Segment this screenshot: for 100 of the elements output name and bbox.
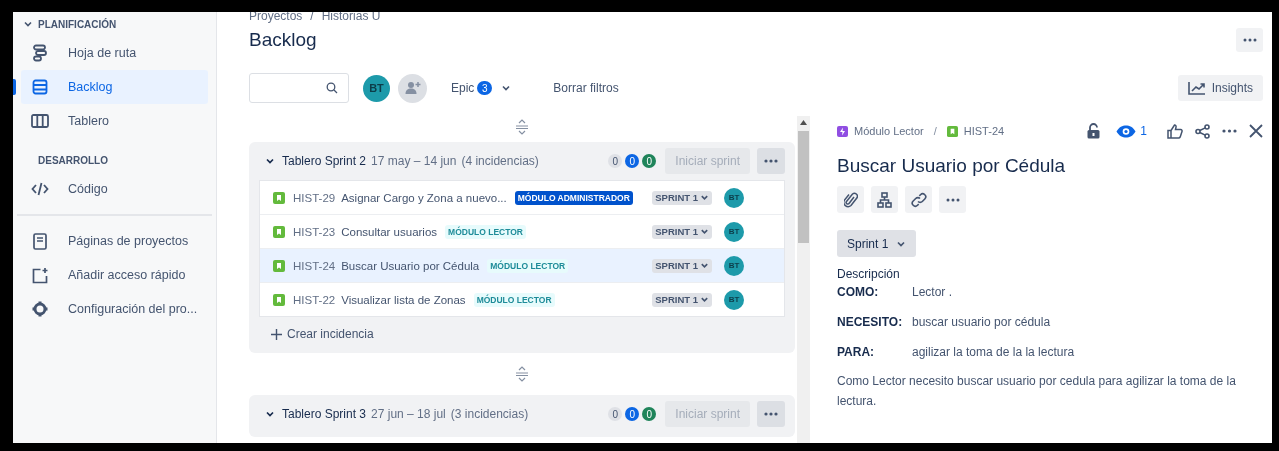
issue-row[interactable]: HIST-22 Visualizar lista de Zonas MÓDULO LECTOR SPRINT 1 BT (260, 283, 784, 316)
add-person-icon (404, 81, 421, 95)
resize-handle-icon[interactable] (515, 119, 529, 135)
close-icon[interactable] (1249, 124, 1263, 138)
sprint-name: Tablero Sprint 2 (282, 154, 367, 168)
sprint-dates: 27 jun – 18 jul (371, 407, 446, 421)
field-label: COMO: (837, 285, 880, 299)
user-avatar[interactable]: BT (363, 74, 390, 102)
sidebar-item[interactable]: Configuración del pro... (21, 292, 208, 326)
breadcrumb-separator: / (310, 12, 314, 24)
search-field[interactable] (249, 73, 349, 103)
epic-tag: MÓDULO ADMINISTRADOR (514, 190, 633, 205)
issue-key-link[interactable]: HIST-24 (963, 125, 1005, 137)
sidebar-item[interactable]: Hoja de ruta (21, 36, 208, 70)
more-icon[interactable] (1222, 129, 1237, 133)
watcher-count: 1 (1140, 124, 1147, 138)
breadcrumb-link[interactable]: Historias U (321, 12, 381, 24)
add-people-button[interactable] (398, 73, 427, 103)
issue-summary: Buscar Usuario por Cédula (341, 259, 480, 272)
epic-tag: MÓDULO LECTOR (487, 258, 569, 273)
chevron-down-icon[interactable] (265, 156, 275, 166)
scrollbar[interactable] (797, 116, 810, 443)
issue-title: Buscar Usuario por Cédula (837, 154, 1067, 178)
status-count: 0 (608, 407, 623, 421)
chevron-down-icon (700, 193, 709, 202)
clear-filters-button[interactable]: Borrar filtros (547, 80, 625, 96)
assignee-avatar: BT (724, 221, 744, 242)
chart-icon (1187, 81, 1206, 95)
more-icon (764, 159, 778, 163)
issue-key[interactable]: HIST-23 (293, 225, 336, 238)
field-value: buscar usuario por cédula (912, 315, 1051, 329)
more-icon (1242, 38, 1257, 42)
sidebar-item[interactable]: Añadir acceso rápido (21, 258, 208, 292)
issue-row[interactable]: HIST-24 Buscar Usuario por Cédula MÓDULO LECTOR SPRINT 1 BT (260, 249, 784, 283)
sprint-dropdown[interactable]: SPRINT 1 (652, 292, 712, 307)
eye-icon (1116, 124, 1137, 138)
sidebar-item[interactable]: Páginas de proyectos (21, 224, 208, 258)
link-icon (910, 191, 927, 208)
epic-filter[interactable]: Epic 3 (445, 80, 518, 96)
field-label: PARA: (837, 345, 876, 359)
status-count: 0 (608, 154, 623, 168)
description-text: Como Lector necesito buscar usuario por cedula para agilizar la toma de la lectura. (837, 373, 1237, 410)
link-button[interactable] (905, 186, 932, 213)
search-icon (326, 82, 338, 94)
chevron-down-icon (700, 261, 709, 270)
child-issue-button[interactable] (871, 186, 898, 213)
assignee-avatar: BT (724, 187, 744, 208)
page-title: Backlog (249, 28, 317, 52)
issue-count: (3 incidencias) (450, 407, 529, 421)
issue-key[interactable]: HIST-22 (293, 293, 336, 306)
attach-button[interactable] (837, 186, 864, 213)
resize-handle-icon[interactable] (515, 366, 529, 382)
more-icon (945, 197, 960, 202)
issue-count: (4 incidencias) (461, 154, 539, 168)
sprint-name: Tablero Sprint 3 (282, 407, 367, 421)
create-issue-button[interactable]: Crear incidencia (271, 327, 374, 341)
issue-summary: Asignar Cargo y Zona a nuevo... (341, 191, 507, 204)
breadcrumb-separator: / (933, 125, 937, 137)
epic-icon (837, 125, 848, 137)
scrollbar-thumb[interactable] (798, 131, 809, 243)
sprint-dropdown[interactable]: SPRINT 1 (652, 190, 712, 205)
thumbs-up-icon[interactable] (1167, 123, 1183, 139)
status-count: 0 (642, 407, 657, 421)
roadmap-icon (31, 44, 49, 62)
epic-link[interactable]: Módulo Lector (854, 125, 924, 137)
unlocked-icon[interactable] (1087, 123, 1101, 139)
breadcrumb-link[interactable]: Proyectos (249, 12, 303, 24)
story-icon (273, 225, 285, 238)
insights-button[interactable]: Insights (1177, 75, 1263, 101)
sidebar-item[interactable]: Tablero (21, 104, 208, 138)
share-icon[interactable] (1195, 123, 1210, 139)
chevron-down-icon[interactable] (23, 19, 33, 29)
issue-row[interactable]: HIST-29 Asignar Cargo y Zona a nuevo... MÓDULO ADMINISTRADOR SPRINT 1 BT (260, 181, 784, 215)
add-shortcut-icon (31, 266, 49, 284)
status-count: 0 (642, 154, 657, 168)
status-count: 0 (625, 407, 640, 421)
story-icon (273, 259, 285, 272)
watch-button[interactable]: 1 (1116, 124, 1147, 138)
chevron-down-icon (700, 295, 709, 304)
field-value: agilizar la toma de la la lectura (912, 345, 1075, 359)
issue-key[interactable]: HIST-24 (293, 259, 336, 272)
paperclip-icon (843, 191, 858, 208)
sprint-dates: 17 may – 14 jun (371, 154, 457, 168)
section-heading: PLANIFICACIÓN (38, 18, 117, 30)
epic-tag: MÓDULO LECTOR (445, 224, 526, 239)
sprint-dropdown[interactable]: SPRINT 1 (652, 224, 712, 239)
sprint-dropdown[interactable]: Sprint 1 (837, 230, 917, 257)
epic-tag: MÓDULO LECTOR (473, 292, 555, 307)
description-heading: Descripción (837, 267, 901, 281)
field-label: NECESITO: (837, 315, 904, 329)
status-count: 0 (625, 154, 640, 168)
scroll-up-icon[interactable] (800, 120, 807, 125)
story-icon (946, 125, 958, 137)
chevron-down-icon[interactable] (265, 409, 275, 419)
issue-key[interactable]: HIST-29 (293, 191, 336, 204)
assignee-avatar: BT (724, 255, 744, 276)
sidebar-item[interactable]: Código (21, 172, 208, 206)
backlog-icon (31, 79, 49, 95)
sprint-dropdown[interactable]: SPRINT 1 (652, 258, 712, 273)
more-icon (764, 412, 778, 416)
